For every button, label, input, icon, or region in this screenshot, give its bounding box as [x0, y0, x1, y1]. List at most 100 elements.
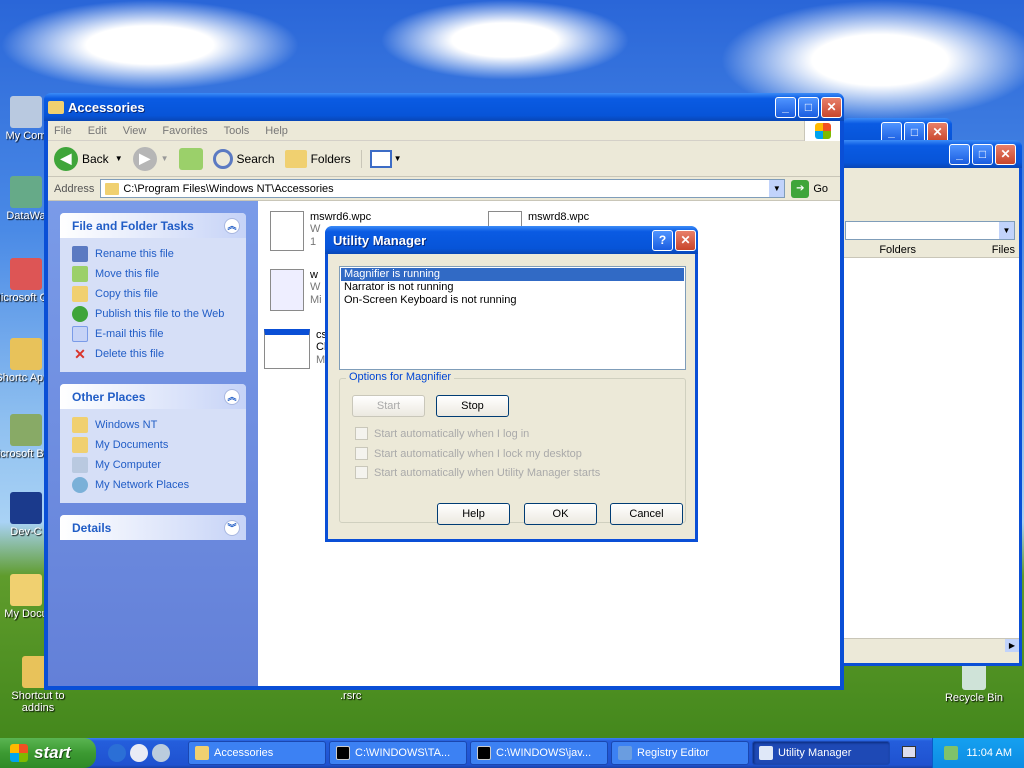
up-folder-button[interactable] — [178, 147, 203, 170]
dialog-titlebar[interactable]: Utility Manager ? ✕ — [325, 226, 698, 254]
menu-bar: File Edit View Favorites Tools Help — [48, 120, 840, 141]
start-button[interactable]: start — [0, 738, 96, 768]
menu-edit[interactable]: Edit — [88, 125, 107, 137]
address-bar: Address C:\Program Files\Windows NT\Acce… — [48, 177, 840, 201]
minimize-button[interactable]: _ — [775, 96, 796, 118]
views-button[interactable]: ▼ — [360, 149, 402, 168]
task-delete[interactable]: ✕ Delete this file — [72, 344, 236, 364]
file-item[interactable]: w W Mi — [270, 269, 322, 311]
accessibility-icon[interactable] — [944, 746, 959, 760]
taskbar-item-utility-manager[interactable]: Utility Manager — [752, 741, 890, 765]
task-email[interactable]: E-mail this file — [72, 324, 236, 344]
file-item[interactable]: cs Cl Mi — [264, 329, 328, 369]
panel-header[interactable]: Other Places ︽ — [60, 384, 246, 409]
minimize-button[interactable]: _ — [949, 143, 970, 165]
place-my-computer[interactable]: My Computer — [72, 455, 236, 475]
list-item[interactable]: Magnifier is running — [341, 268, 684, 281]
clock[interactable]: 11:04 AM — [966, 747, 1012, 759]
folders-icon — [284, 149, 307, 168]
copy-icon — [72, 286, 88, 302]
address-label: Address — [54, 182, 95, 195]
menu-view[interactable]: View — [123, 125, 147, 137]
taskbar-item-cmd-ta[interactable]: C:\WINDOWS\TA... — [329, 741, 467, 765]
cancel-button[interactable]: Cancel — [610, 503, 683, 525]
panel-header[interactable]: File and Folder Tasks ︽ — [60, 213, 246, 238]
utility-manager-dialog[interactable]: Utility Manager ? ✕ Magnifier is running … — [325, 226, 698, 542]
taskbar-item-registry-editor[interactable]: Registry Editor — [611, 741, 749, 765]
menu-file[interactable]: File — [54, 125, 72, 137]
collapse-icon[interactable]: ︽ — [224, 217, 240, 234]
desktop-icon-label: Shortcut to addins — [11, 690, 65, 714]
folder-icon — [48, 100, 64, 114]
list-item[interactable]: Narrator is not running — [341, 281, 684, 294]
scroll-right-button[interactable]: ▶ — [1005, 639, 1019, 652]
task-copy[interactable]: Copy this file — [72, 284, 236, 304]
menu-favorites[interactable]: Favorites — [162, 125, 207, 137]
browser-icon[interactable] — [130, 744, 148, 762]
list-item[interactable]: On-Screen Keyboard is not running — [341, 294, 684, 307]
close-button[interactable]: ✕ — [821, 96, 842, 118]
windows-logo-icon — [804, 120, 840, 141]
keyboard-icon[interactable] — [902, 746, 916, 758]
checkbox-login[interactable]: Start automatically when I log in — [355, 427, 529, 440]
ok-button[interactable]: OK — [524, 503, 597, 525]
go-arrow-icon: ➔ — [791, 179, 810, 198]
search-button[interactable]: Search — [212, 148, 275, 169]
maximize-button[interactable]: □ — [798, 96, 819, 118]
column-header-files[interactable]: Files — [916, 244, 1019, 257]
computer-icon — [72, 457, 88, 473]
media-player-icon[interactable] — [152, 744, 170, 762]
task-publish[interactable]: Publish this file to the Web — [72, 304, 236, 324]
place-my-documents[interactable]: My Documents — [72, 435, 236, 455]
taskbar-item-cmd-jav[interactable]: C:\WINDOWS\jav... — [470, 741, 608, 765]
place-network[interactable]: My Network Places — [72, 475, 236, 495]
address-input[interactable]: C:\Program Files\Windows NT\Accessories … — [100, 179, 786, 198]
chevron-down-icon[interactable]: ▼ — [115, 154, 123, 163]
back-window[interactable]: _ □ ✕ ▼ Folders Files ▶ — [838, 140, 1022, 666]
panel-title: File and Folder Tasks — [72, 218, 194, 233]
task-move[interactable]: Move this file — [72, 264, 236, 284]
rename-icon — [72, 246, 88, 262]
windows-logo-icon — [10, 744, 28, 762]
back-button[interactable]: ◀ Back ▼ — [54, 146, 123, 171]
tool-status-list[interactable]: Magnifier is running Narrator is not run… — [339, 266, 686, 370]
folders-label: Folders — [310, 151, 351, 166]
explorer-titlebar[interactable]: Accessories _ □ ✕ — [44, 93, 844, 121]
task-pane: File and Folder Tasks ︽ Rename this file … — [48, 201, 258, 686]
task-rename[interactable]: Rename this file — [72, 244, 236, 264]
collapse-icon[interactable]: ︽ — [224, 388, 240, 405]
go-button[interactable]: ➔ Go — [791, 179, 828, 198]
chevron-down-icon[interactable]: ▼ — [999, 221, 1014, 239]
forward-button[interactable]: ▶ ▼ — [132, 146, 169, 171]
internet-explorer-icon[interactable] — [108, 744, 126, 762]
panel-header[interactable]: Details ︾ — [60, 515, 246, 540]
start-label: start — [34, 743, 71, 762]
delete-icon: ✕ — [74, 346, 86, 362]
help-button[interactable]: Help — [437, 503, 510, 525]
checkbox-lock[interactable]: Start automatically when I lock my deskt… — [355, 447, 582, 460]
folders-button[interactable]: Folders — [284, 149, 351, 168]
maximize-button[interactable]: □ — [972, 143, 993, 165]
chevron-down-icon[interactable]: ▼ — [769, 180, 785, 197]
checkbox-startup[interactable]: Start automatically when Utility Manager… — [355, 466, 600, 479]
menu-tools[interactable]: Tools — [224, 125, 250, 137]
go-label: Go — [813, 182, 828, 195]
start-button[interactable]: Start — [352, 395, 425, 417]
documents-icon — [72, 437, 88, 453]
place-windows-nt[interactable]: Windows NT — [72, 415, 236, 435]
menu-help[interactable]: Help — [265, 125, 288, 137]
file-icon — [270, 211, 304, 251]
taskbar-item-accessories[interactable]: Accessories — [188, 741, 326, 765]
search-label: Search — [236, 151, 275, 166]
other-places-panel: Other Places ︽ Windows NT My Documents My… — [60, 384, 246, 503]
close-button[interactable]: ✕ — [675, 229, 696, 251]
stop-button[interactable]: Stop — [436, 395, 509, 417]
details-panel: Details ︾ — [60, 515, 246, 540]
expand-icon[interactable]: ︾ — [224, 519, 240, 536]
close-button[interactable]: ✕ — [995, 143, 1016, 165]
desktop-icon-label: Recycle Bin — [944, 692, 1004, 704]
move-icon — [72, 266, 88, 282]
column-header-folders[interactable]: Folders — [841, 244, 916, 257]
quick-launch — [108, 744, 174, 762]
help-icon[interactable]: ? — [652, 229, 673, 251]
